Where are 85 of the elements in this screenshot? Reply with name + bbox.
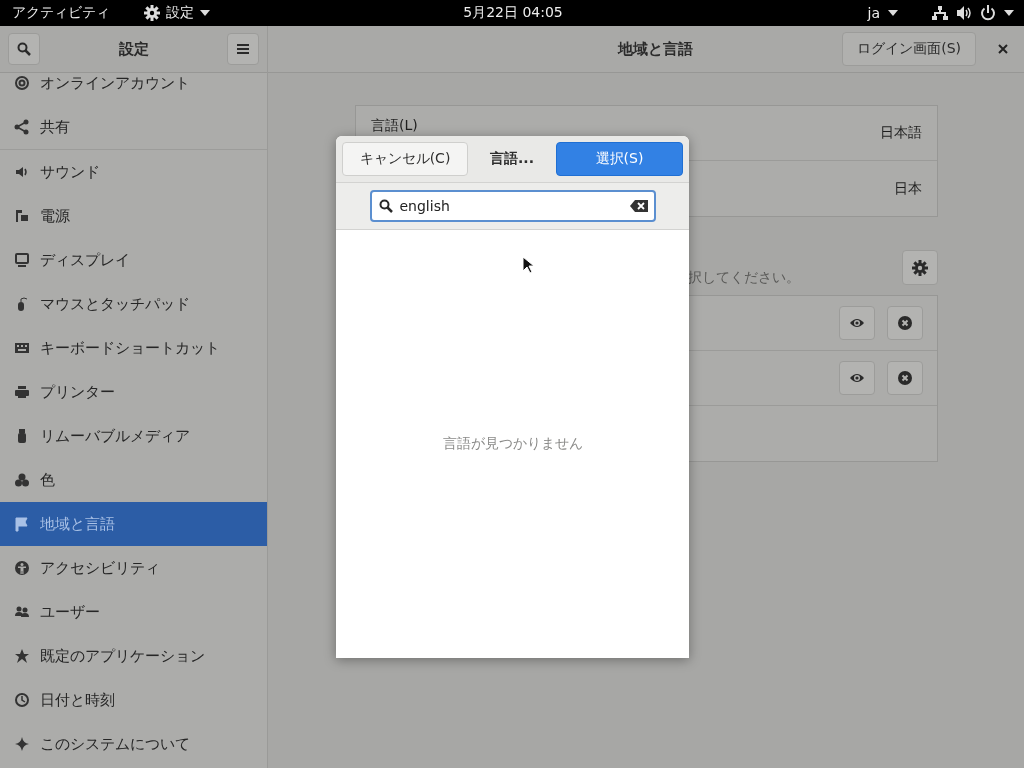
- item-label: 色: [40, 470, 55, 490]
- search-icon: [378, 199, 393, 213]
- eye-icon: [849, 317, 865, 329]
- eye-icon: [849, 372, 865, 384]
- caret-icon: [200, 10, 210, 16]
- printer-icon: [14, 384, 30, 400]
- sidebar-item[interactable]: オンラインアカウント: [0, 73, 267, 105]
- speaker-icon: [14, 164, 30, 180]
- item-label: 共有: [40, 117, 70, 137]
- search-icon: [17, 42, 31, 56]
- sidebar-item[interactable]: 電源: [0, 194, 267, 238]
- login-screen-button[interactable]: ログイン画面(S): [842, 32, 976, 66]
- item-label: プリンター: [40, 382, 115, 402]
- activities-button[interactable]: アクティビティ: [12, 4, 110, 22]
- menu-icon: [237, 44, 249, 54]
- item-label: 電源: [40, 206, 70, 226]
- sidebar-item[interactable]: プリンター: [0, 370, 267, 414]
- item-label: 既定のアプリケーション: [40, 646, 205, 666]
- item-label: アクセシビリティ: [40, 558, 160, 578]
- clock[interactable]: 5月22日 04:05: [463, 4, 563, 22]
- remove-button[interactable]: [887, 306, 923, 340]
- sidebar-item[interactable]: 地域と言語: [0, 502, 267, 546]
- app-menu[interactable]: 設定: [166, 4, 194, 22]
- star-icon: [14, 648, 30, 664]
- row-value[interactable]: 日本: [894, 179, 922, 198]
- volume-icon[interactable]: [956, 5, 972, 21]
- search-button[interactable]: [8, 33, 40, 65]
- sidebar-title: 設定: [118, 39, 149, 59]
- item-label: 地域と言語: [40, 514, 115, 534]
- accessibility-icon: [14, 560, 30, 576]
- select-button[interactable]: 選択(S): [556, 142, 683, 176]
- item-label: このシステムについて: [40, 734, 190, 754]
- remove-icon: [898, 371, 912, 385]
- menu-button[interactable]: [227, 33, 259, 65]
- empty-message: 言語が見つかりません: [442, 435, 583, 453]
- row-label: 言語(L): [371, 117, 418, 135]
- item-label: キーボードショートカット: [40, 338, 220, 358]
- item-label: サウンド: [40, 162, 100, 182]
- item-label: マウスとタッチパッド: [40, 294, 190, 314]
- gear-icon: [144, 5, 160, 21]
- input-indicator[interactable]: ja: [867, 5, 880, 21]
- caret-icon: [888, 10, 898, 16]
- remove-icon: [898, 316, 912, 330]
- power-icon[interactable]: [980, 5, 996, 21]
- preview-button[interactable]: [839, 306, 875, 340]
- sidebar-item[interactable]: マウスとタッチパッド: [0, 282, 267, 326]
- item-label: 日付と時刻: [40, 690, 115, 710]
- preview-button[interactable]: [839, 361, 875, 395]
- dialog-title: 言語...: [489, 150, 535, 168]
- item-label: ディスプレイ: [40, 250, 130, 270]
- flag-icon: [14, 516, 30, 532]
- network-icon[interactable]: [932, 5, 948, 21]
- share-icon: [14, 119, 30, 135]
- caret-icon: [1004, 10, 1014, 16]
- sidebar-item[interactable]: サウンド: [0, 150, 267, 194]
- pointer-icon: [522, 256, 534, 274]
- sidebar-item[interactable]: 共有: [0, 105, 267, 149]
- sidebar-item[interactable]: このシステムについて: [0, 722, 267, 766]
- sidebar-item[interactable]: ディスプレイ: [0, 238, 267, 282]
- close-icon: [998, 44, 1008, 54]
- sidebar-item[interactable]: ユーザー: [0, 590, 267, 634]
- row-value[interactable]: 日本語: [880, 124, 922, 142]
- clock-icon: [14, 692, 30, 708]
- page-title: 地域と言語: [616, 39, 694, 59]
- sidebar-item[interactable]: リムーバブルメディア: [0, 414, 267, 458]
- hint-text: 択してください。: [687, 269, 800, 287]
- remove-button[interactable]: [887, 361, 923, 395]
- sidebar-item[interactable]: 色: [0, 458, 267, 502]
- sidebar-item[interactable]: 既定のアプリケーション: [0, 634, 267, 678]
- item-label: オンラインアカウント: [40, 73, 190, 93]
- sparkle-icon: [14, 736, 30, 752]
- cancel-button[interactable]: キャンセル(C): [342, 142, 468, 176]
- keyboard-icon: [14, 340, 30, 356]
- item-label: ユーザー: [40, 602, 100, 622]
- circles-icon: [14, 472, 30, 488]
- clear-icon[interactable]: [629, 200, 648, 212]
- sidebar-item[interactable]: キーボードショートカット: [0, 326, 267, 370]
- sidebar-item[interactable]: 日付と時刻: [0, 678, 267, 722]
- search-field[interactable]: english: [369, 190, 656, 222]
- monitor-icon: [14, 252, 30, 268]
- settings-icon: [912, 259, 928, 276]
- settings-button[interactable]: [902, 250, 938, 285]
- item-label: リムーバブルメディア: [40, 426, 190, 446]
- sidebar-item[interactable]: アクセシビリティ: [0, 546, 267, 590]
- users-icon: [14, 604, 30, 620]
